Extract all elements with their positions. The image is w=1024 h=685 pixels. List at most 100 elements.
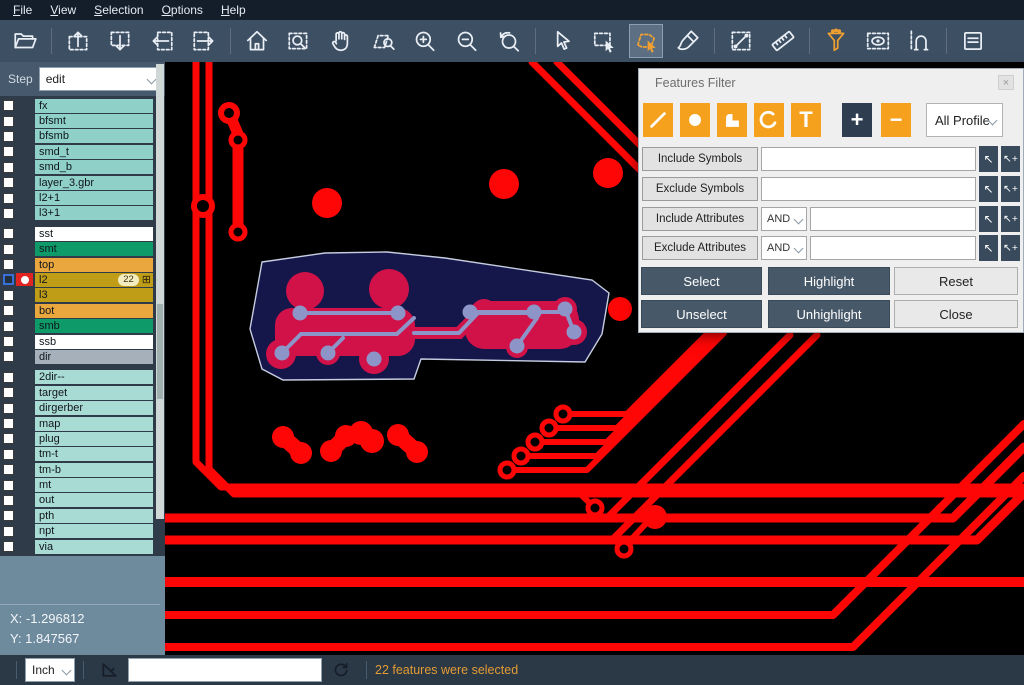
layer-checkbox[interactable] (3, 418, 14, 429)
zoom-dynamic-icon[interactable] (366, 24, 400, 58)
layer-row-smt[interactable]: smt (0, 242, 165, 257)
layer-indicator-slot[interactable] (16, 243, 33, 256)
command-input[interactable] (128, 658, 322, 682)
zoom-window-icon[interactable] (282, 24, 316, 58)
layer-checkbox[interactable] (3, 336, 14, 347)
layer-checkbox[interactable] (3, 305, 14, 316)
feature-line-icon[interactable] (643, 103, 673, 137)
layer-row-map[interactable]: map (0, 416, 165, 431)
layer-checkbox[interactable] (3, 372, 14, 383)
layer-indicator-slot[interactable] (16, 145, 33, 158)
layer-checkbox[interactable] (3, 464, 14, 475)
feature-pad-icon[interactable] (680, 103, 710, 137)
pick-add-symbol-icon[interactable]: ↖+ (1001, 176, 1020, 202)
layer-checkbox[interactable] (3, 526, 14, 537)
angle-mode-icon[interactable] (100, 660, 120, 680)
layer-row-ssb[interactable]: ssb (0, 334, 165, 349)
panel-list-icon[interactable] (956, 24, 990, 58)
menu-help[interactable]: Help (212, 1, 255, 19)
unselect-button[interactable]: Unselect (641, 300, 762, 328)
layer-indicator-slot[interactable] (16, 402, 33, 415)
include-attributes-input[interactable] (810, 207, 976, 231)
layer-indicator-slot[interactable] (16, 289, 33, 302)
layer-row-out[interactable]: out (0, 493, 165, 508)
layer-row-smd_t[interactable]: smd_t (0, 144, 165, 159)
pan-right-icon[interactable] (187, 24, 221, 58)
layer-indicator-slot[interactable] (16, 479, 33, 492)
view-box-icon[interactable] (861, 24, 895, 58)
layer-indicator-slot[interactable] (16, 335, 33, 348)
feature-surface-icon[interactable] (717, 103, 747, 137)
layer-checkbox[interactable] (3, 403, 14, 414)
layer-checkbox[interactable] (3, 495, 14, 506)
reset-button[interactable]: Reset (894, 267, 1018, 295)
layer-row-target[interactable]: target (0, 385, 165, 400)
layer-checkbox[interactable] (3, 116, 14, 127)
layer-row-smd_b[interactable]: smd_b (0, 160, 165, 175)
layer-indicator-slot[interactable] (16, 448, 33, 461)
pick-add-attribute-icon[interactable]: ↖+ (1001, 235, 1020, 261)
include-attributes-operator-select[interactable]: AND (761, 207, 807, 231)
layer-checkbox[interactable] (3, 259, 14, 270)
layer-indicator-slot[interactable] (16, 320, 33, 333)
layer-indicator-slot[interactable] (16, 350, 33, 363)
exclude-attributes-input[interactable] (810, 236, 976, 260)
layer-indicator-slot[interactable] (16, 540, 33, 553)
zoom-in-icon[interactable] (408, 24, 442, 58)
layer-row-dir[interactable]: dir (0, 349, 165, 364)
exclude-attributes-operator-select[interactable]: AND (761, 236, 807, 260)
layer-indicator-slot[interactable] (16, 525, 33, 538)
layer-row-smb[interactable]: smb (0, 318, 165, 333)
layer-row-npt[interactable]: npt (0, 524, 165, 539)
open-folder-icon[interactable] (8, 24, 42, 58)
scrollbar-thumb[interactable] (157, 304, 163, 399)
pick-symbol-icon[interactable]: ↖ (979, 176, 998, 202)
layer-checkbox[interactable] (3, 449, 14, 460)
layer-indicator-slot[interactable] (16, 304, 33, 317)
layer-row-l3[interactable]: l3 (0, 288, 165, 303)
layer-checkbox[interactable] (3, 244, 14, 255)
pick-symbol-icon[interactable]: ↖ (979, 146, 998, 172)
layer-row-bfsmt[interactable]: bfsmt (0, 113, 165, 128)
include-symbols-input[interactable] (761, 147, 976, 171)
polarity-positive-icon[interactable]: + (842, 103, 872, 137)
grid-icon[interactable]: ⊞ (142, 274, 151, 286)
layer-checkbox[interactable] (3, 131, 14, 142)
layer-checkbox[interactable] (3, 146, 14, 157)
layer-row-top[interactable]: top (0, 257, 165, 272)
layer-indicator-slot[interactable] (16, 417, 33, 430)
features-filter-icon[interactable] (819, 24, 853, 58)
select-arrow-icon[interactable] (545, 24, 579, 58)
menu-selection[interactable]: Selection (85, 1, 152, 19)
layer-row-l2[interactable]: l222⊞ (0, 272, 165, 287)
active-layer-indicator[interactable] (16, 273, 33, 286)
layer-indicator-slot[interactable] (16, 432, 33, 445)
layer-checkbox[interactable] (3, 510, 14, 521)
pick-attribute-icon[interactable]: ↖ (979, 206, 998, 232)
layer-row-plug[interactable]: plug (0, 431, 165, 446)
pan-left-icon[interactable] (145, 24, 179, 58)
feature-arc-icon[interactable] (754, 103, 784, 137)
layer-checkbox[interactable] (3, 387, 14, 398)
layer-checkbox[interactable] (3, 480, 14, 491)
layer-checkbox[interactable] (3, 290, 14, 301)
measure-ruler-icon[interactable] (766, 24, 800, 58)
pan-hand-icon[interactable] (324, 24, 358, 58)
layer-indicator-slot[interactable] (16, 176, 33, 189)
layer-indicator-slot[interactable] (16, 207, 33, 220)
layer-row-dirgerber[interactable]: dirgerber (0, 400, 165, 415)
layer-row-sst[interactable]: sst (0, 226, 165, 241)
pick-attribute-icon[interactable]: ↖ (979, 235, 998, 261)
layer-row-tm-b[interactable]: tm-b (0, 462, 165, 477)
layer-indicator-slot[interactable] (16, 509, 33, 522)
layer-indicator-slot[interactable] (16, 227, 33, 240)
layer-checkbox[interactable] (3, 162, 14, 173)
select-button[interactable]: Select (641, 267, 762, 295)
layer-indicator-slot[interactable] (16, 130, 33, 143)
layer-row-bot[interactable]: bot (0, 303, 165, 318)
layer-indicator-slot[interactable] (16, 494, 33, 507)
close-button[interactable]: Close (894, 300, 1018, 328)
layer-indicator-slot[interactable] (16, 371, 33, 384)
layer-checkbox[interactable] (3, 177, 14, 188)
layer-indicator-slot[interactable] (16, 386, 33, 399)
